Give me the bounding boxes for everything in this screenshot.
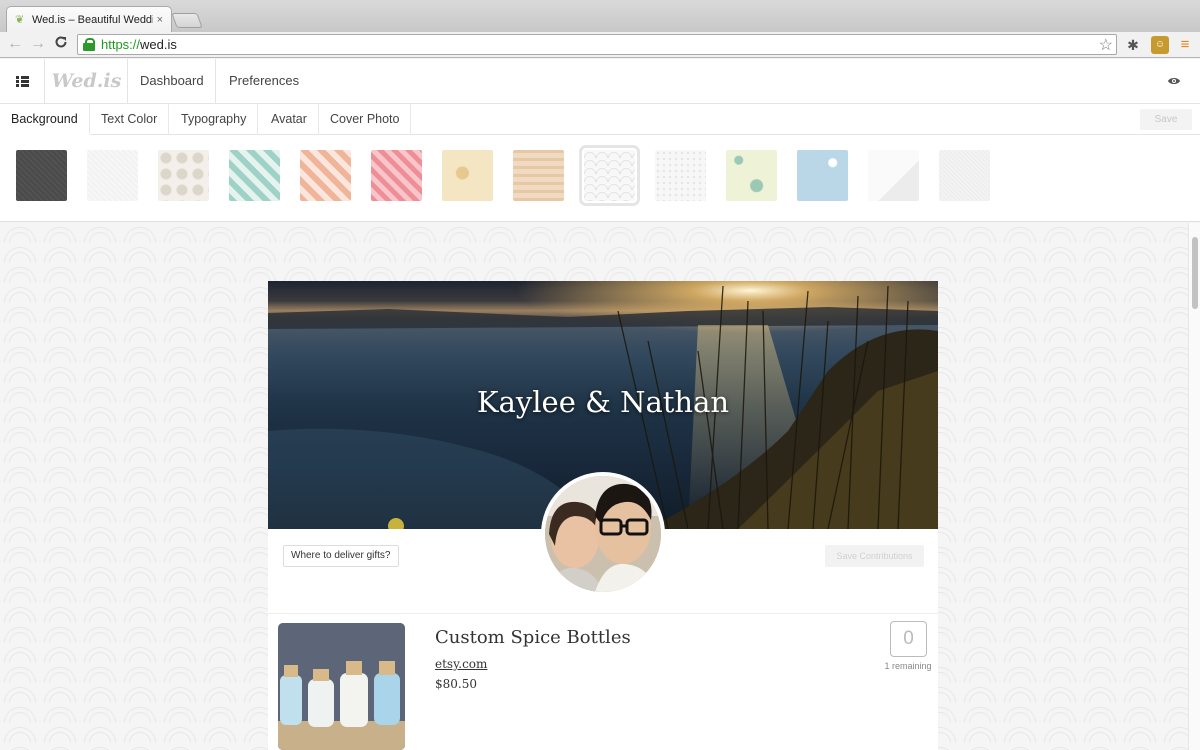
- scrollbar-thumb[interactable]: [1192, 237, 1198, 309]
- swatch-peach-plaid[interactable]: [300, 150, 351, 201]
- back-arrow-icon[interactable]: ←: [6, 35, 24, 53]
- tab-cover-photo[interactable]: Cover Photo: [319, 104, 412, 135]
- quantity-field[interactable]: 0: [890, 621, 927, 657]
- save-button[interactable]: Save: [1140, 109, 1192, 130]
- deliver-gifts-button[interactable]: Where to deliver gifts?: [283, 545, 399, 567]
- preview-eye-icon[interactable]: [1167, 73, 1183, 89]
- nav-dashboard[interactable]: Dashboard: [140, 59, 204, 104]
- page-scrollbar[interactable]: [1188, 223, 1200, 750]
- address-bar[interactable]: https://wed.is ☆: [77, 34, 1117, 55]
- new-tab-button[interactable]: [171, 13, 203, 28]
- app-header: Wed.is Dashboard Preferences: [0, 59, 1200, 104]
- url-text: https://wed.is: [101, 37, 177, 52]
- forward-arrow-icon[interactable]: →: [29, 35, 47, 53]
- bookmark-star-icon[interactable]: ☆: [1099, 35, 1113, 55]
- swatch-wood[interactable]: [513, 150, 564, 201]
- extension-avatar-icon[interactable]: ☺: [1151, 36, 1169, 54]
- favicon-icon: ❦: [15, 13, 25, 26]
- swatch-white-linen[interactable]: [87, 150, 138, 201]
- gift-price: $80.50: [435, 677, 477, 691]
- tab-title: Wed.is – Beautiful Wedding: [32, 13, 153, 26]
- design-tabs: Background Text Color Typography Avatar …: [0, 104, 1200, 135]
- extension-bug-icon[interactable]: ✱: [1124, 36, 1142, 54]
- menu-icon[interactable]: ≡: [1176, 36, 1194, 54]
- section-divider: [268, 613, 938, 614]
- swatch-light-dots[interactable]: [655, 150, 706, 201]
- couple-names[interactable]: Kaylee & Nathan: [268, 385, 938, 419]
- browser-tab[interactable]: ❦ Wed.is – Beautiful Wedding ×: [6, 6, 172, 32]
- swatch-mint-flourish[interactable]: [726, 150, 777, 201]
- app-logo[interactable]: Wed.is: [46, 59, 128, 104]
- swatch-pink-stripe[interactable]: [371, 150, 422, 201]
- close-tab-icon[interactable]: ×: [157, 14, 163, 26]
- swatch-scallop[interactable]: [579, 145, 640, 206]
- list-icon: [15, 76, 29, 87]
- swatch-damask[interactable]: [158, 150, 209, 201]
- gift-image[interactable]: [278, 623, 405, 750]
- tab-avatar[interactable]: Avatar: [260, 104, 319, 135]
- menu-toggle-button[interactable]: [0, 59, 45, 104]
- nav-divider: [215, 59, 216, 104]
- browser-tabstrip: ❦ Wed.is – Beautiful Wedding ×: [0, 0, 1200, 32]
- swatch-blue-snowflake[interactable]: [797, 150, 848, 201]
- couple-avatar[interactable]: [541, 472, 665, 596]
- browser-toolbar: ← → https://wed.is ☆ ✱ ☺ ≡: [0, 32, 1200, 58]
- wedding-card: Kaylee & Nathan Where to deliver gifts? …: [268, 281, 938, 750]
- swatch-dark-linen[interactable]: [16, 150, 67, 201]
- swatch-cream-floral[interactable]: [442, 150, 493, 201]
- gift-title[interactable]: Custom Spice Bottles: [435, 627, 631, 648]
- nav-preferences[interactable]: Preferences: [229, 59, 299, 104]
- tab-text-color[interactable]: Text Color: [90, 104, 170, 135]
- save-contributions-button[interactable]: Save Contributions: [825, 545, 924, 567]
- tab-background[interactable]: Background: [0, 104, 90, 135]
- gift-link[interactable]: etsy.com: [435, 657, 487, 671]
- lock-icon: [83, 38, 95, 51]
- swatch-mint-plaid[interactable]: [229, 150, 280, 201]
- reload-icon[interactable]: [52, 35, 70, 53]
- swatch-white-fold[interactable]: [868, 150, 919, 201]
- remaining-count: 1 remaining: [884, 661, 932, 671]
- background-swatches: [0, 135, 1200, 222]
- swatch-light-texture[interactable]: [939, 150, 990, 201]
- tab-typography[interactable]: Typography: [170, 104, 259, 135]
